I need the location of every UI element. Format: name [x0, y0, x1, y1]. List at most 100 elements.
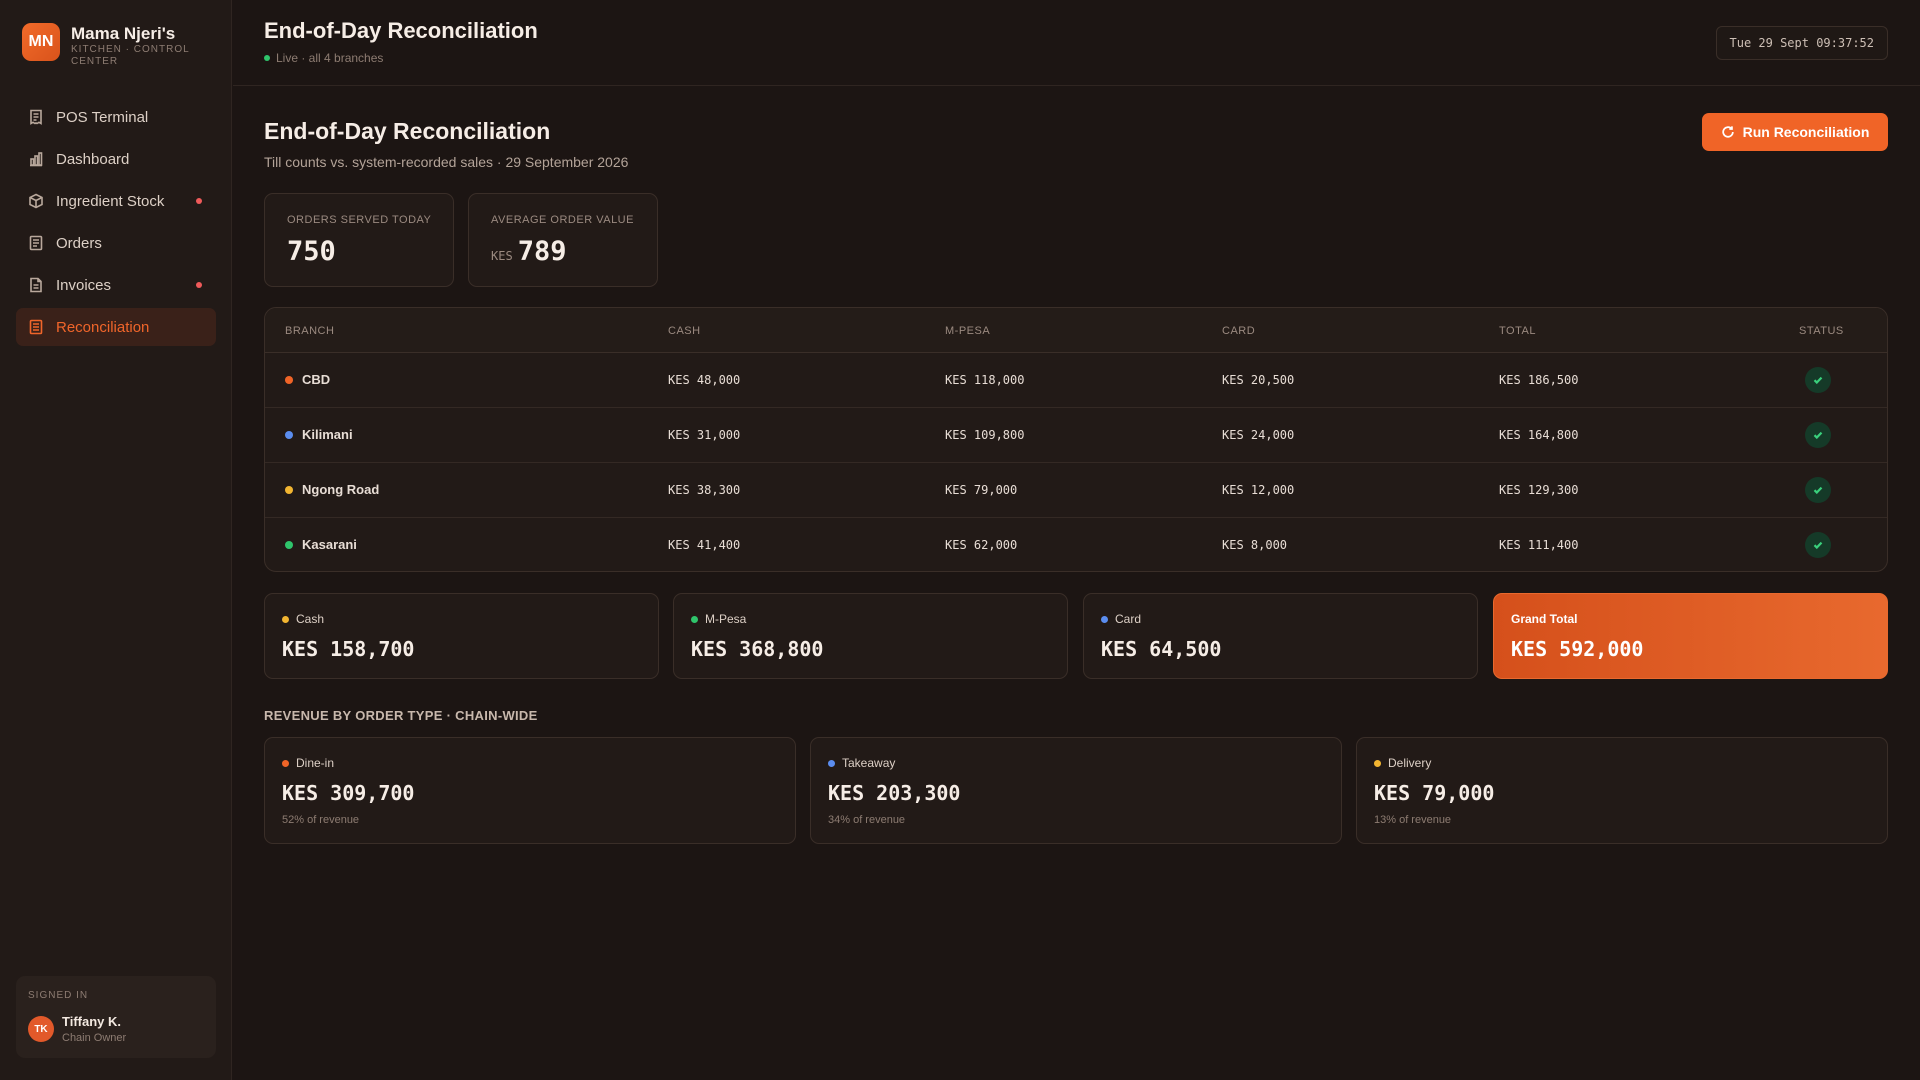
cash-cell: KES 38,300: [668, 483, 741, 497]
mpesa-cell: KES 62,000: [945, 538, 1018, 552]
avatar: TK: [28, 1016, 54, 1042]
total-card-cash: Cash KES 158,700: [264, 593, 659, 679]
live-indicator-dot: [264, 55, 270, 61]
refresh-icon: [1721, 126, 1734, 138]
sidebar: MN Mama Njeri's KITCHEN · CONTROL CENTER…: [0, 0, 232, 1080]
table-row[interactable]: CBD KES 48,000 KES 118,000 KES 20,500 KE…: [265, 353, 1887, 408]
branch-color-dot: [285, 375, 293, 384]
revenue-label: Delivery: [1374, 756, 1431, 770]
page-title: End-of-Day Reconciliation: [264, 118, 551, 144]
status-badge: [1805, 477, 1831, 503]
total-value: KES 158,700: [282, 637, 415, 661]
column-header-status[interactable]: STATUS: [1799, 325, 1844, 337]
branch-color-dot: [285, 540, 293, 549]
card-cell: KES 24,000: [1222, 428, 1295, 442]
cash-cell: KES 31,000: [668, 428, 741, 442]
legend-dot: [828, 759, 835, 767]
branch-cell: Ngong Road: [285, 482, 379, 497]
branch-name: Kilimani: [302, 427, 353, 442]
revenue-label: Dine-in: [282, 756, 334, 770]
notification-dot: [196, 198, 202, 204]
revenue-share: 13% of revenue: [1374, 814, 1452, 826]
sidebar-item-invoices[interactable]: Invoices: [16, 266, 216, 304]
total-label: Cash: [282, 612, 324, 626]
sidebar-item-pos-terminal[interactable]: POS Terminal: [16, 98, 216, 136]
run-reconciliation-button[interactable]: Run Reconciliation: [1702, 113, 1888, 151]
total-label: Grand Total: [1511, 612, 1577, 626]
branch-color-dot: [285, 430, 293, 439]
legend-dot: [1374, 759, 1381, 767]
page-subtitle: Till counts vs. system-recorded sales · …: [264, 154, 629, 170]
column-header-card[interactable]: CARD: [1222, 325, 1255, 337]
revenue-section-title: REVENUE BY ORDER TYPE · CHAIN-WIDE: [264, 708, 538, 723]
total-label-text: Grand Total: [1511, 612, 1578, 626]
sidebar-item-ingredient-stock[interactable]: Ingredient Stock: [16, 182, 216, 220]
sidebar-item-dashboard[interactable]: Dashboard: [16, 140, 216, 178]
branch-cell: Kilimani: [285, 427, 353, 442]
brand: MN Mama Njeri's KITCHEN · CONTROL CENTER: [22, 23, 191, 68]
sidebar-item-label: POS Terminal: [56, 108, 149, 126]
mpesa-cell: KES 118,000: [945, 373, 1025, 387]
total-value: KES 592,000: [1511, 637, 1644, 661]
kpi-number: 789: [517, 236, 567, 267]
signed-in-label: SIGNED IN: [28, 990, 89, 1001]
table-row[interactable]: Ngong Road KES 38,300 KES 79,000 KES 12,…: [265, 463, 1887, 518]
user-name: Tiffany K.: [62, 1014, 121, 1029]
table-row[interactable]: Kasarani KES 41,400 KES 62,000 KES 8,000…: [265, 518, 1887, 571]
legend-dot: [282, 615, 289, 623]
card-cell: KES 12,000: [1222, 483, 1295, 497]
column-header-total[interactable]: TOTAL: [1499, 325, 1536, 337]
sidebar-item-orders[interactable]: Orders: [16, 224, 216, 262]
sidebar-item-reconciliation[interactable]: Reconciliation: [16, 308, 216, 346]
ledger-icon: [29, 319, 43, 335]
top-bar: End-of-Day Reconciliation Live · all 4 b…: [233, 0, 1920, 86]
status-badge: [1805, 532, 1831, 558]
total-value: KES 64,500: [1101, 637, 1222, 661]
receipt-icon: [30, 109, 42, 125]
mpesa-cell: KES 109,800: [945, 428, 1025, 442]
revenue-card-takeaway: Takeaway KES 203,300 34% of revenue: [810, 737, 1342, 844]
sidebar-item-label: Ingredient Stock: [56, 192, 165, 210]
bar-chart-icon: [30, 152, 43, 167]
legend-dot: [282, 759, 289, 767]
box-icon: [29, 193, 43, 209]
cash-cell: KES 41,400: [668, 538, 741, 552]
total-cell: KES 111,400: [1499, 538, 1579, 552]
kpi-value: 750: [287, 236, 336, 267]
table-row[interactable]: Kilimani KES 31,000 KES 109,800 KES 24,0…: [265, 408, 1887, 463]
check-icon: [1813, 376, 1823, 385]
revenue-label: Takeaway: [828, 756, 895, 770]
revenue-card-dine-in: Dine-in KES 309,700 52% of revenue: [264, 737, 796, 844]
signed-in-card[interactable]: SIGNED IN TK Tiffany K. Chain Owner: [16, 976, 216, 1058]
total-label-text: M-Pesa: [705, 612, 747, 626]
total-label-text: Card: [1115, 612, 1142, 626]
cash-cell: KES 48,000: [668, 373, 741, 387]
revenue-value: KES 79,000: [1374, 781, 1495, 805]
revenue-share: 52% of revenue: [282, 814, 360, 826]
kpi-label: ORDERS SERVED TODAY: [287, 214, 432, 226]
legend-dot: [1101, 615, 1108, 623]
branch-cell: Kasarani: [285, 537, 357, 552]
reconciliation-table: BRANCH CASH M-PESA CARD TOTAL STATUS CBD…: [264, 307, 1888, 572]
column-header-cash[interactable]: CASH: [668, 325, 701, 337]
column-header-branch[interactable]: BRANCH: [285, 325, 334, 337]
total-cell: KES 164,800: [1499, 428, 1579, 442]
column-header-mpesa[interactable]: M-PESA: [945, 325, 990, 337]
check-icon: [1813, 541, 1823, 550]
check-icon: [1813, 431, 1823, 440]
total-value: KES 368,800: [691, 637, 824, 661]
branch-name: Ngong Road: [302, 482, 380, 497]
revenue-value: KES 203,300: [828, 781, 961, 805]
sidebar-item-label: Dashboard: [56, 150, 130, 168]
live-status-text: Live · all 4 branches: [276, 51, 384, 65]
notification-dot: [196, 282, 202, 288]
total-cell: KES 129,300: [1499, 483, 1579, 497]
clock: Tue 29 Sept 09:37:52: [1715, 26, 1888, 60]
card-cell: KES 8,000: [1222, 538, 1288, 552]
kpi-value: KES 789: [491, 236, 566, 267]
branch-color-dot: [285, 485, 293, 494]
revenue-card-delivery: Delivery KES 79,000 13% of revenue: [1356, 737, 1888, 844]
total-label-text: Cash: [296, 612, 325, 626]
list-icon: [29, 235, 43, 251]
revenue-label-text: Takeaway: [842, 756, 896, 770]
